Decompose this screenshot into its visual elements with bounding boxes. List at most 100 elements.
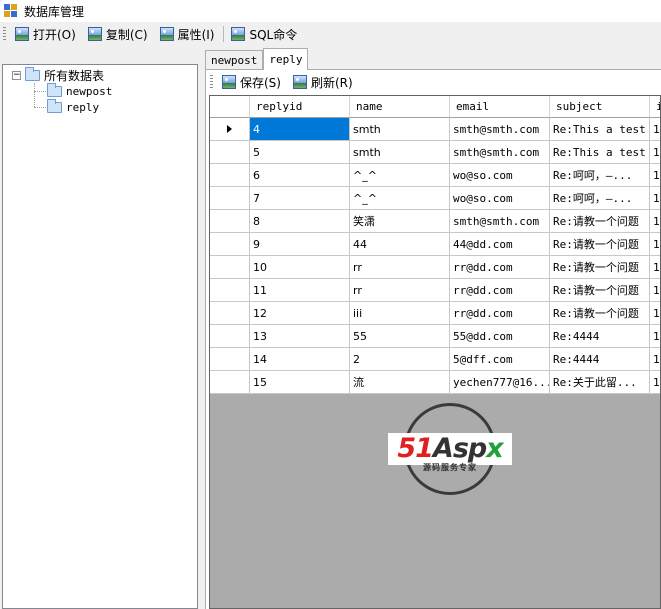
collapse-icon[interactable]: −: [12, 70, 21, 80]
table-row[interactable]: 11rrrr@dd.comRe:请教一个问题12: [210, 279, 660, 302]
grid-cell-subject[interactable]: Re:请教一个问题: [550, 302, 650, 325]
row-header[interactable]: [210, 210, 250, 233]
grid-cell-subject[interactable]: Re:This a test: [550, 141, 650, 164]
grid-cell-extra[interactable]: 12: [650, 210, 660, 233]
grid-cell-email[interactable]: rr@dd.com: [450, 279, 550, 302]
grid-cell-name[interactable]: 2: [350, 348, 450, 371]
grid-cell-email[interactable]: smth@smth.com: [450, 210, 550, 233]
copy-button[interactable]: 复制(C): [85, 24, 151, 44]
sql-command-button[interactable]: SQL命令: [228, 24, 300, 44]
grid-cell-email[interactable]: wo@so.com: [450, 187, 550, 210]
row-header[interactable]: [210, 325, 250, 348]
row-header-corner[interactable]: [210, 96, 250, 118]
grid-cell-name[interactable]: rr: [350, 279, 450, 302]
grid-cell-subject[interactable]: Re:呵呵，—...: [550, 187, 650, 210]
table-row[interactable]: 4smthsmth@smth.comRe:This a test12: [210, 118, 660, 141]
grid-cell-replyid[interactable]: 4: [250, 118, 350, 141]
tab-reply[interactable]: reply: [263, 48, 309, 70]
row-header[interactable]: [210, 302, 250, 325]
tree-node-newpost[interactable]: newpost: [47, 82, 112, 99]
grid-cell-name[interactable]: ^_^: [350, 164, 450, 187]
grid-cell-email[interactable]: wo@so.com: [450, 164, 550, 187]
tab-newpost[interactable]: newpost: [205, 50, 264, 69]
grid-cell-replyid[interactable]: 8: [250, 210, 350, 233]
grid-cell-replyid[interactable]: 13: [250, 325, 350, 348]
tree-node-reply[interactable]: reply: [47, 98, 99, 115]
table-row[interactable]: 6^_^wo@so.comRe:呵呵，—...12: [210, 164, 660, 187]
column-header-email[interactable]: email: [450, 96, 550, 118]
grid-cell-name[interactable]: 44: [350, 233, 450, 256]
panel-splitter[interactable]: [199, 47, 202, 609]
grid-cell-replyid[interactable]: 10: [250, 256, 350, 279]
row-header[interactable]: [210, 187, 250, 210]
grid-cell-name[interactable]: rr: [350, 256, 450, 279]
table-row[interactable]: 12iiirr@dd.comRe:请教一个问题12: [210, 302, 660, 325]
grid-cell-replyid[interactable]: 9: [250, 233, 350, 256]
grid-cell-extra[interactable]: 12: [650, 164, 660, 187]
grid-cell-replyid[interactable]: 12: [250, 302, 350, 325]
table-row[interactable]: 94444@dd.comRe:请教一个问题12: [210, 233, 660, 256]
row-header[interactable]: [210, 256, 250, 279]
grid-cell-subject[interactable]: Re:请教一个问题: [550, 210, 650, 233]
grid-cell-subject[interactable]: Re:4444: [550, 325, 650, 348]
grid-cell-subject[interactable]: Re:呵呵，—...: [550, 164, 650, 187]
grid-cell-name[interactable]: 流: [350, 371, 450, 394]
grid-cell-extra[interactable]: 12: [650, 348, 660, 371]
data-grid[interactable]: replyid name email subject i 4smthsmth@s…: [209, 95, 661, 609]
grid-cell-extra[interactable]: 12: [650, 325, 660, 348]
properties-button[interactable]: 属性(I): [157, 24, 218, 44]
grid-cell-email[interactable]: rr@dd.com: [450, 302, 550, 325]
row-header[interactable]: [210, 164, 250, 187]
grid-cell-extra[interactable]: 12: [650, 371, 660, 394]
grid-cell-subject[interactable]: Re:4444: [550, 348, 650, 371]
grid-cell-replyid[interactable]: 15: [250, 371, 350, 394]
row-header[interactable]: [210, 233, 250, 256]
grid-cell-name[interactable]: smth: [350, 118, 450, 141]
grid-cell-name[interactable]: 笑潇: [350, 210, 450, 233]
table-row[interactable]: 15流yechen777@16...Re:关于此留...12: [210, 371, 660, 394]
grid-cell-name[interactable]: 55: [350, 325, 450, 348]
grid-cell-extra[interactable]: 12: [650, 187, 660, 210]
column-header-replyid[interactable]: replyid: [250, 96, 350, 118]
toolbar-grip[interactable]: [210, 75, 213, 89]
grid-cell-email[interactable]: yechen777@16...: [450, 371, 550, 394]
tree-node-root[interactable]: − 所有数据表: [12, 66, 104, 83]
grid-cell-subject[interactable]: Re:请教一个问题: [550, 279, 650, 302]
grid-cell-replyid[interactable]: 6: [250, 164, 350, 187]
grid-cell-extra[interactable]: 12: [650, 302, 660, 325]
row-header[interactable]: [210, 141, 250, 164]
grid-cell-subject[interactable]: Re:请教一个问题: [550, 233, 650, 256]
grid-cell-subject[interactable]: Re:This a test: [550, 118, 650, 141]
grid-cell-extra[interactable]: 12: [650, 233, 660, 256]
grid-cell-email[interactable]: smth@smth.com: [450, 118, 550, 141]
grid-cell-email[interactable]: 55@dd.com: [450, 325, 550, 348]
grid-cell-replyid[interactable]: 5: [250, 141, 350, 164]
open-button[interactable]: 打开(O): [12, 24, 79, 44]
grid-cell-extra[interactable]: 12: [650, 118, 660, 141]
table-row[interactable]: 1425@dff.comRe:444412: [210, 348, 660, 371]
grid-cell-email[interactable]: smth@smth.com: [450, 141, 550, 164]
grid-cell-name[interactable]: iii: [350, 302, 450, 325]
grid-cell-extra[interactable]: 12: [650, 141, 660, 164]
row-header[interactable]: [210, 279, 250, 302]
row-header[interactable]: [210, 371, 250, 394]
grid-cell-email[interactable]: rr@dd.com: [450, 256, 550, 279]
row-header[interactable]: [210, 348, 250, 371]
column-header-subject[interactable]: subject: [550, 96, 650, 118]
column-header-name[interactable]: name: [350, 96, 450, 118]
table-row[interactable]: 10rrrr@dd.comRe:请教一个问题12: [210, 256, 660, 279]
grid-cell-replyid[interactable]: 14: [250, 348, 350, 371]
grid-cell-subject[interactable]: Re:请教一个问题: [550, 256, 650, 279]
grid-cell-subject[interactable]: Re:关于此留...: [550, 371, 650, 394]
row-header[interactable]: [210, 118, 250, 141]
grid-cell-name[interactable]: smth: [350, 141, 450, 164]
column-header-extra[interactable]: i: [650, 96, 660, 118]
table-row[interactable]: 135555@dd.comRe:444412: [210, 325, 660, 348]
table-row[interactable]: 5smthsmth@smth.comRe:This a test12: [210, 141, 660, 164]
save-button[interactable]: 保存(S): [219, 72, 284, 92]
grid-cell-replyid[interactable]: 11: [250, 279, 350, 302]
grid-cell-email[interactable]: 5@dff.com: [450, 348, 550, 371]
grid-cell-replyid[interactable]: 7: [250, 187, 350, 210]
table-row[interactable]: 8笑潇smth@smth.comRe:请教一个问题12: [210, 210, 660, 233]
grid-cell-extra[interactable]: 12: [650, 279, 660, 302]
